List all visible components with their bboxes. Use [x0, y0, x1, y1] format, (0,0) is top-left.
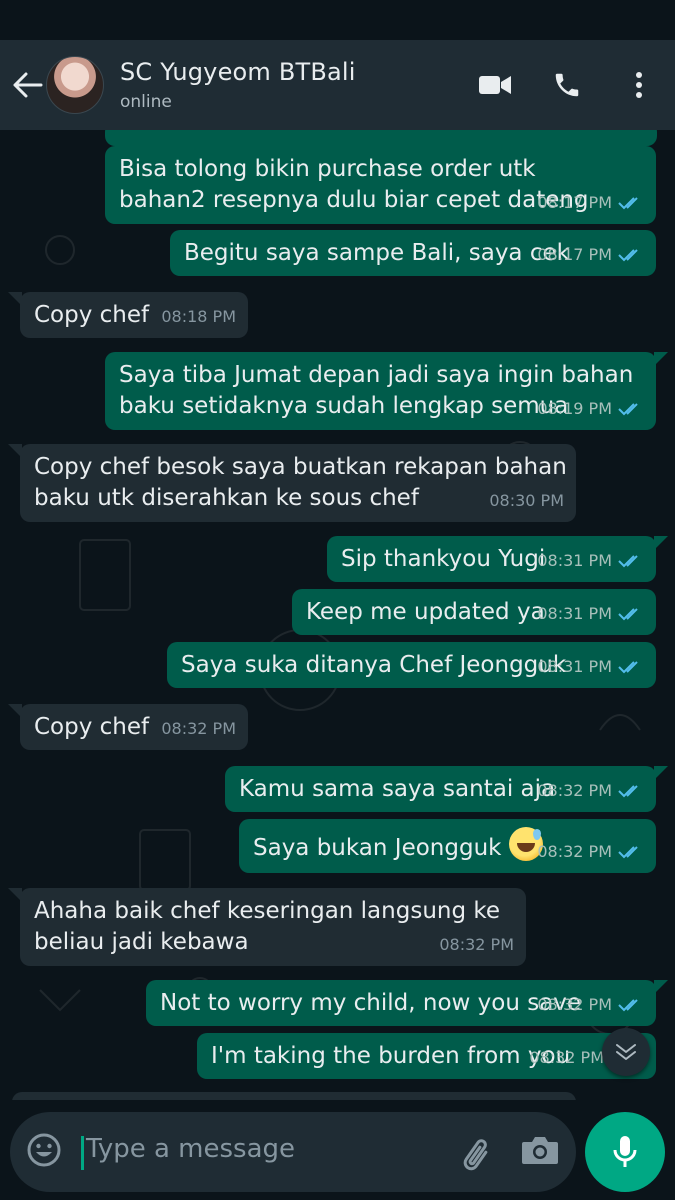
message-input[interactable]: Type a message — [86, 1134, 295, 1164]
mic-icon — [613, 1136, 637, 1167]
message-time: 08:17 PM — [537, 245, 612, 264]
message-meta: 08:17 PM — [537, 239, 644, 270]
message-meta: 08:32 PM — [161, 713, 236, 744]
message-bubble[interactable]: Sip thankyou Yugi 08:31 PM — [327, 536, 668, 582]
message-meta: 08:32 PM — [537, 989, 644, 1020]
read-ticks-icon — [618, 845, 638, 858]
message-bubble[interactable]: Saya suka ditanya Chef Jeongguk 08:31 PM — [167, 642, 656, 688]
message-text: Saya bukan Jeongguk — [253, 835, 502, 861]
message-bubble[interactable]: Keep me updated ya 08:31 PM — [292, 589, 656, 635]
message-meta: 08:31 PM — [537, 598, 644, 629]
message-time: 08:32 PM — [529, 1048, 604, 1067]
message-bubble[interactable]: Bisa tolong bikin purchase order utk bah… — [105, 146, 656, 224]
message-time: 08:17 PM — [537, 193, 612, 212]
message-input-bar[interactable]: Type a message — [10, 1112, 576, 1192]
read-ticks-icon — [618, 998, 638, 1011]
avatar[interactable] — [46, 56, 104, 114]
read-ticks-icon — [618, 554, 638, 567]
read-ticks-icon — [618, 196, 638, 209]
text-cursor — [81, 1136, 84, 1170]
message-text: Bisa tolong bikin purchase order utk bah… — [119, 156, 589, 213]
message-meta: 08:19 PM — [537, 393, 644, 424]
scroll-down-icon — [616, 1044, 636, 1060]
message-time: 08:32 PM — [537, 781, 612, 800]
message-bubble[interactable] — [105, 130, 657, 146]
read-ticks-icon — [618, 660, 638, 673]
message-meta: 08:30 PM — [489, 485, 564, 516]
message-meta: 08:31 PM — [537, 545, 644, 576]
message-text: I'm taking the burden from you — [211, 1043, 571, 1069]
message-bubble[interactable]: Copy chef 08:32 PM — [8, 704, 248, 750]
voice-record-button[interactable] — [585, 1112, 665, 1192]
message-bubble[interactable]: Saya tiba Jumat depan jadi saya ingin ba… — [105, 352, 668, 430]
message-text: Begitu saya sampe Bali, saya cek — [184, 240, 570, 266]
message-bubble[interactable]: Kamu sama saya santai aja 08:32 PM — [225, 766, 668, 812]
message-bubble-partial[interactable] — [12, 1092, 576, 1100]
message-text: Sip thankyou Yugi — [341, 546, 546, 572]
message-text: Not to worry my child, now you save — [160, 990, 582, 1016]
message-meta: 08:32 PM — [537, 775, 644, 806]
message-meta: 08:32 PM — [439, 929, 514, 960]
read-ticks-icon — [618, 607, 638, 620]
message-meta: 08:17 PM — [537, 187, 644, 218]
video-call-icon[interactable] — [459, 40, 531, 130]
message-bubble[interactable]: Ahaha baik chef keseringan langsung ke b… — [8, 888, 526, 966]
scroll-down-button[interactable] — [602, 1028, 650, 1076]
message-time: 08:32 PM — [537, 995, 612, 1014]
chat-area[interactable]: Bisa tolong bikin purchase order utk bah… — [0, 130, 675, 1100]
camera-icon[interactable] — [520, 1132, 564, 1172]
status-bar — [0, 0, 675, 40]
voice-call-icon[interactable] — [531, 40, 603, 130]
message-time: 08:32 PM — [439, 935, 514, 954]
message-bubble[interactable]: Not to worry my child, now you save 08:3… — [146, 980, 668, 1026]
message-time: 08:30 PM — [489, 491, 564, 510]
message-time: 08:31 PM — [537, 657, 612, 676]
contact-status: online — [120, 92, 172, 112]
message-time: 08:32 PM — [161, 719, 236, 738]
message-bubble[interactable]: I'm taking the burden from you 08:32 PM — [197, 1033, 656, 1079]
message-time: 08:31 PM — [537, 604, 612, 623]
message-text: Kamu sama saya santai aja — [239, 776, 556, 802]
message-time: 08:31 PM — [537, 551, 612, 570]
message-bubble[interactable]: Saya bukan Jeongguk 08:32 PM — [239, 819, 656, 873]
message-text: Keep me updated ya — [306, 599, 545, 625]
read-ticks-icon — [618, 402, 638, 415]
message-text: Copy chef — [34, 302, 150, 328]
message-bubble[interactable]: Begitu saya sampe Bali, saya cek 08:17 P… — [170, 230, 656, 276]
message-bubble[interactable]: Copy chef 08:18 PM — [8, 292, 248, 338]
message-meta: 08:32 PM — [537, 836, 644, 867]
composer-area: Type a message — [0, 1100, 675, 1200]
message-time: 08:18 PM — [161, 307, 236, 326]
contact-info[interactable]: SC Yugyeom BTBali online — [120, 58, 459, 112]
message-text: Saya suka ditanya Chef Jeongguk — [181, 652, 567, 678]
message-time: 08:32 PM — [537, 842, 612, 861]
attach-icon[interactable] — [456, 1132, 496, 1176]
message-meta: 08:32 PM — [529, 1042, 604, 1073]
message-time: 08:19 PM — [537, 399, 612, 418]
contact-name: SC Yugyeom BTBali — [120, 58, 356, 86]
message-meta: 08:18 PM — [161, 301, 236, 332]
message-text: Copy chef — [34, 714, 150, 740]
chat-header: SC Yugyeom BTBali online — [0, 40, 675, 130]
emoji-icon[interactable] — [26, 1132, 66, 1172]
message-bubble[interactable]: Copy chef besok saya buatkan rekapan bah… — [8, 444, 576, 522]
message-meta: 08:31 PM — [537, 651, 644, 682]
read-ticks-icon — [618, 784, 638, 797]
more-options-icon[interactable] — [603, 40, 675, 130]
read-ticks-icon — [618, 248, 638, 261]
